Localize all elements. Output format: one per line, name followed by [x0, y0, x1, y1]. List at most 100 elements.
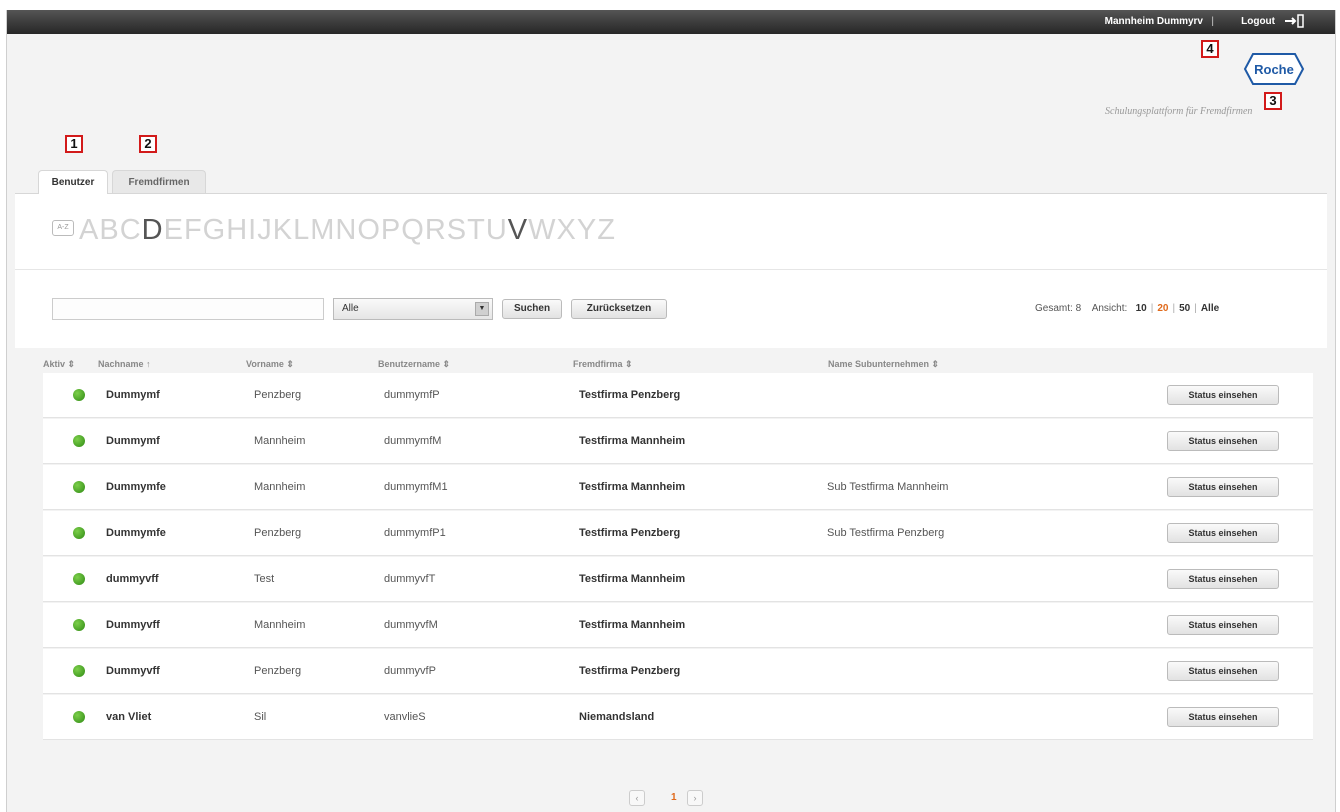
letter-s[interactable]: S	[447, 214, 467, 247]
letter-g[interactable]: G	[203, 214, 227, 247]
letter-v[interactable]: V	[508, 214, 528, 247]
filter-select-value: Alle	[342, 303, 359, 314]
total-value: 8	[1075, 303, 1082, 314]
filter-panel: A-Z ABCDEFGHIJKLMNOPQRSTUVWXYZ Alle ▼ Su…	[15, 193, 1327, 348]
search-button[interactable]: Suchen	[502, 299, 562, 319]
cell-nachname: Dummymf	[106, 389, 160, 401]
active-status-icon	[73, 389, 85, 401]
cell-nachname: Dummymfe	[106, 527, 166, 539]
annotation-marker-2: 2	[139, 135, 157, 153]
active-status-icon	[73, 619, 85, 631]
letter-n[interactable]: N	[335, 214, 357, 247]
cell-fremdfirma: Testfirma Mannheim	[579, 573, 686, 585]
col-header-subunternehmen[interactable]: Name Subunternehmen ⇕	[828, 359, 939, 370]
logout-link[interactable]: Logout	[1241, 16, 1275, 27]
status-einsehen-button[interactable]: Status einsehen	[1167, 707, 1279, 727]
status-einsehen-button[interactable]: Status einsehen	[1167, 431, 1279, 451]
cell-vorname: Penzberg	[254, 389, 302, 401]
alphabet-filter: ABCDEFGHIJKLMNOPQRSTUVWXYZ	[79, 214, 616, 247]
status-einsehen-button[interactable]: Status einsehen	[1167, 615, 1279, 635]
letter-w[interactable]: W	[528, 214, 556, 247]
letter-d[interactable]: D	[142, 214, 164, 247]
divider	[15, 269, 1327, 270]
cell-benutzername: dummyvfT	[384, 573, 436, 585]
status-einsehen-button[interactable]: Status einsehen	[1167, 569, 1279, 589]
table-row: dummyvff Test dummyvfT Testfirma Mannheim St…	[43, 557, 1313, 602]
letter-r[interactable]: R	[425, 214, 447, 247]
annotation-marker-3: 3	[1264, 92, 1282, 110]
letter-i[interactable]: I	[248, 214, 257, 247]
letter-j[interactable]: J	[257, 214, 273, 247]
annotation-marker-1: 1	[65, 135, 83, 153]
letter-f[interactable]: F	[184, 214, 203, 247]
cell-nachname: Dummymfe	[106, 481, 166, 493]
cell-fremdfirma: Testfirma Mannheim	[579, 619, 686, 631]
filter-select[interactable]: Alle ▼	[333, 298, 493, 320]
cell-vorname: Mannheim	[254, 481, 306, 493]
chevron-down-icon: ▼	[475, 302, 489, 316]
cell-benutzername: dummymfM1	[384, 481, 448, 493]
letter-t[interactable]: T	[467, 214, 486, 247]
col-header-fremdfirma[interactable]: Fremdfirma ⇕	[573, 359, 633, 370]
cell-benutzername: dummyvfM	[384, 619, 438, 631]
view-option-10[interactable]: 10	[1136, 303, 1147, 314]
status-einsehen-button[interactable]: Status einsehen	[1167, 477, 1279, 497]
page-number-1[interactable]: 1	[671, 792, 677, 803]
current-user-name: Mannheim Dummyrv	[1104, 16, 1203, 27]
tab-fremdfirmen[interactable]: Fremdfirmen	[112, 170, 206, 194]
letter-b[interactable]: B	[99, 214, 119, 247]
letter-c[interactable]: C	[120, 214, 142, 247]
tab-benutzer[interactable]: Benutzer	[38, 170, 108, 194]
letter-q[interactable]: Q	[401, 214, 425, 247]
cell-vorname: Test	[254, 573, 275, 585]
letter-z[interactable]: Z	[597, 214, 616, 247]
table-header: Aktiv ⇕ Nachname ↑ Vorname ⇕ Benutzernam…	[43, 355, 1313, 373]
col-header-benutzername[interactable]: Benutzername ⇕	[378, 359, 450, 370]
letter-p[interactable]: P	[381, 214, 401, 247]
view-option-alle[interactable]: Alle	[1201, 303, 1219, 314]
table-row: Dummymf Penzberg dummymfP Testfirma Penzber…	[43, 373, 1313, 418]
cell-fremdfirma: Testfirma Mannheim	[579, 435, 686, 447]
cell-benutzername: dummymfP	[384, 389, 440, 401]
view-option-20[interactable]: 20	[1157, 303, 1168, 314]
active-status-icon	[73, 527, 85, 539]
search-input[interactable]	[52, 298, 324, 320]
view-option-50[interactable]: 50	[1179, 303, 1190, 314]
cell-fremdfirma: Testfirma Penzberg	[579, 527, 681, 539]
col-header-aktiv[interactable]: Aktiv ⇕	[43, 359, 75, 370]
col-header-vorname[interactable]: Vorname ⇕	[246, 359, 294, 370]
table-row: van Vliet Sil vanvlieS Niemandsland Status e…	[43, 695, 1313, 740]
letter-y[interactable]: Y	[577, 214, 597, 247]
status-einsehen-button[interactable]: Status einsehen	[1167, 523, 1279, 543]
az-sort-icon[interactable]: A-Z	[52, 220, 74, 236]
logo-text: Roche	[1254, 62, 1294, 77]
letter-x[interactable]: X	[557, 214, 577, 247]
table-row: Dummymfe Penzberg dummymfP1 Testfirma Penzb…	[43, 511, 1313, 556]
next-page-button[interactable]: ›	[687, 790, 703, 806]
letter-e[interactable]: E	[164, 214, 184, 247]
letter-l[interactable]: L	[293, 214, 310, 247]
logout-icon[interactable]	[1283, 14, 1305, 28]
status-einsehen-button[interactable]: Status einsehen	[1167, 385, 1279, 405]
letter-u[interactable]: U	[486, 214, 508, 247]
cell-nachname: dummyvff	[106, 573, 159, 585]
active-status-icon	[73, 573, 85, 585]
letter-k[interactable]: K	[273, 214, 293, 247]
view-label: Ansicht:	[1091, 303, 1128, 314]
cell-vorname: Mannheim	[254, 619, 306, 631]
letter-m[interactable]: M	[310, 214, 335, 247]
letter-o[interactable]: O	[357, 214, 381, 247]
letter-a[interactable]: A	[79, 214, 99, 247]
result-summary: Gesamt: 8 Ansicht: 10 | 20 | 50 | Alle	[1035, 303, 1220, 314]
total-label: Gesamt:	[1035, 303, 1073, 314]
reset-button[interactable]: Zurücksetzen	[571, 299, 667, 319]
cell-vorname: Sil	[254, 711, 267, 723]
status-einsehen-button[interactable]: Status einsehen	[1167, 661, 1279, 681]
cell-subunternehmen: Sub Testfirma Mannheim	[827, 481, 949, 493]
letter-h[interactable]: H	[226, 214, 248, 247]
prev-page-button[interactable]: ‹	[629, 790, 645, 806]
cell-vorname: Mannheim	[254, 435, 306, 447]
top-bar: Mannheim Dummyrv | Logout	[7, 10, 1335, 34]
col-header-nachname[interactable]: Nachname ↑	[98, 359, 151, 369]
annotation-marker-4: 4	[1201, 40, 1219, 58]
